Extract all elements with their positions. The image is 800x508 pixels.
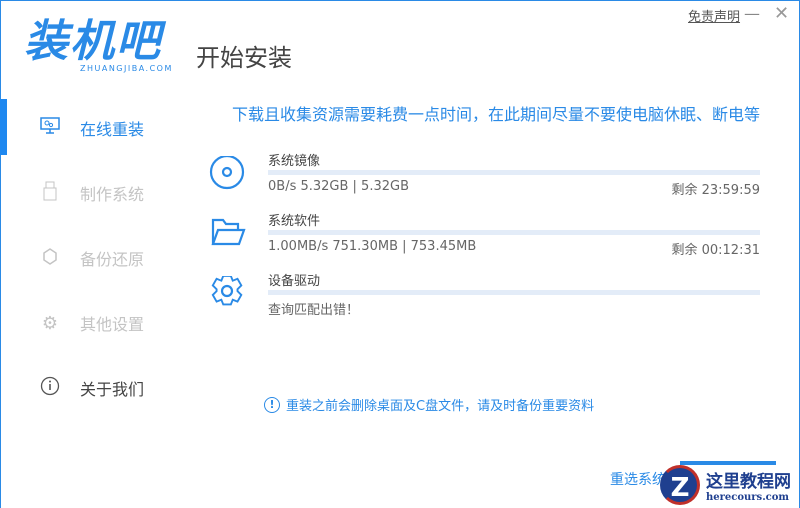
disclaimer-link[interactable]: 免责声明 xyxy=(688,6,740,25)
sidebar-item-label: 其他设置 xyxy=(80,315,145,334)
info-icon xyxy=(38,376,62,401)
minimize-button[interactable]: — xyxy=(744,4,760,23)
item-name: 系统镜像 xyxy=(268,154,321,169)
backup-icon xyxy=(38,247,62,270)
warning-tip: ! 重装之前会删除桌面及C盘文件，请及时备份重要资料 xyxy=(264,395,594,414)
item-remaining: 剩余 23:59:59 xyxy=(671,183,760,198)
item-name: 系统软件 xyxy=(268,214,321,229)
item-info: 0B/s 5.32GB | 5.32GB xyxy=(268,179,409,194)
sidebar-item-backup-restore[interactable]: 备份还原 xyxy=(0,238,190,278)
monitor-icon xyxy=(38,116,62,140)
sidebar-item-other-settings[interactable]: ⚙ 其他设置 xyxy=(0,303,190,343)
sidebar-item-make-system[interactable]: 制作系统 xyxy=(0,173,190,213)
watermark-logo: Z xyxy=(660,465,700,505)
logo: 装机吧 ZHUANGJIBA.COM xyxy=(24,16,173,74)
watermark: Z 这里教程网 herecours.com xyxy=(652,462,800,508)
watermark-title: 这里教程网 xyxy=(706,472,791,492)
item-remaining: 剩余 00:12:31 xyxy=(671,243,760,258)
sidebar-item-label: 关于我们 xyxy=(80,380,145,399)
notice-text: 下载且收集资源需要耗费一点时间，在此期间尽量不要使电脑休眠、断电等 xyxy=(232,105,761,124)
item-info: 查询匹配出错！ xyxy=(268,303,360,318)
logo-text: 装机吧 xyxy=(24,16,162,67)
item-info: 1.00MB/s 751.30MB | 753.45MB xyxy=(268,239,477,254)
sidebar-item-label: 在线重装 xyxy=(80,120,145,139)
sidebar-item-label: 制作系统 xyxy=(80,185,145,204)
disc-icon xyxy=(208,154,246,194)
sidebar-item-label: 备份还原 xyxy=(80,250,145,269)
info-icon: ! xyxy=(264,396,280,413)
gear-icon: ⚙ xyxy=(41,312,59,334)
sidebar-item-about-us[interactable]: 关于我们 xyxy=(0,368,190,408)
close-button[interactable]: ✕ xyxy=(774,3,789,24)
progress-bar xyxy=(268,170,760,175)
page-title: 开始安装 xyxy=(196,44,292,72)
watermark-url: herecours.com xyxy=(706,492,790,503)
folder-icon xyxy=(208,216,246,254)
progress-bar xyxy=(268,290,760,295)
sidebar-item-online-reinstall[interactable]: 在线重装 xyxy=(0,108,190,148)
item-name: 设备驱动 xyxy=(268,274,321,289)
warning-text: 重装之前会删除桌面及C盘文件，请及时备份重要资料 xyxy=(286,399,595,414)
progress-bar xyxy=(268,230,760,235)
gear-icon xyxy=(208,275,246,314)
logo-url: ZHUANGJIBA.COM xyxy=(80,64,173,73)
usb-icon xyxy=(38,181,62,206)
